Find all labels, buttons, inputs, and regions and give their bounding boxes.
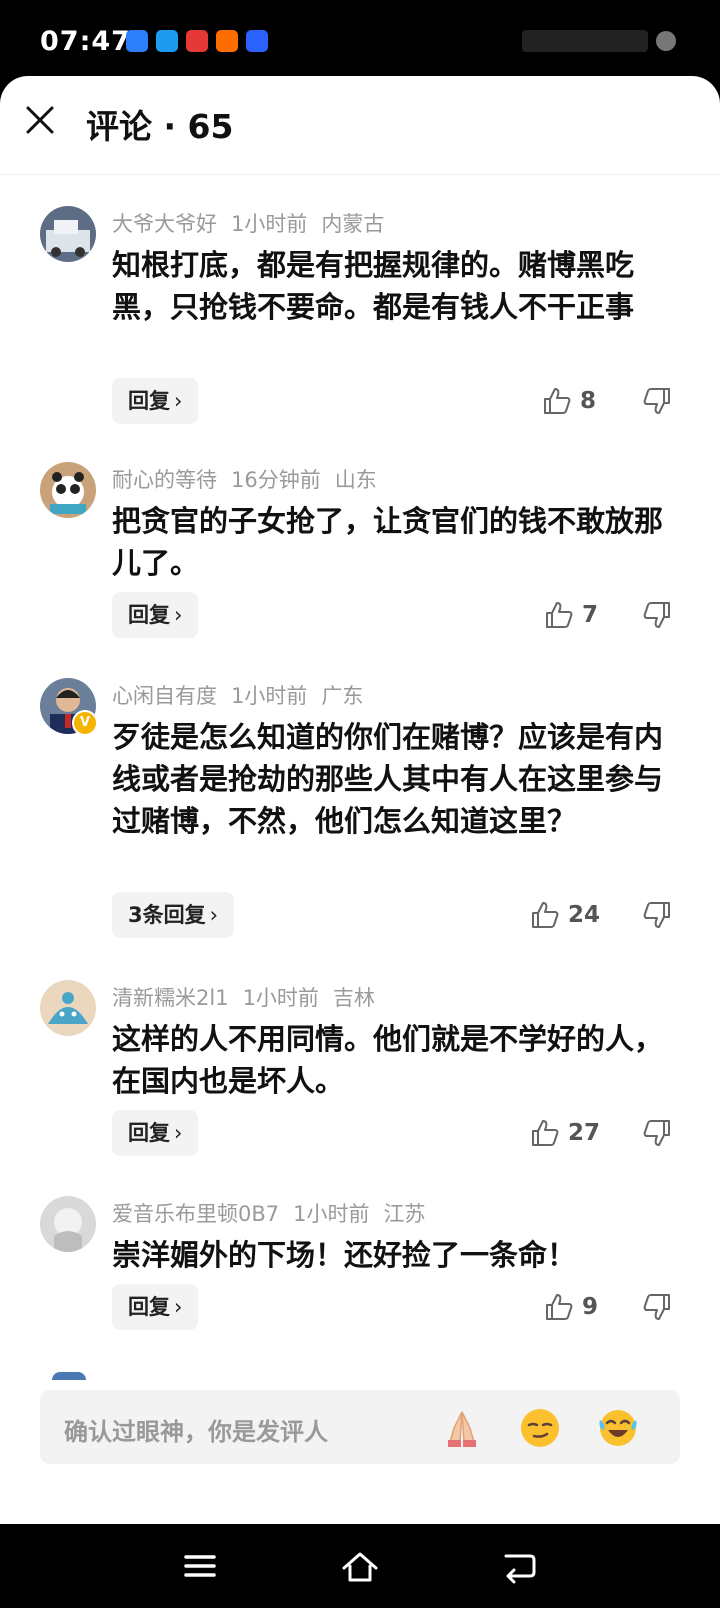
thumbs-up-icon — [546, 1294, 573, 1320]
like-button[interactable]: 8 — [542, 386, 596, 416]
reply-label: 回复 — [128, 1121, 170, 1145]
like-button[interactable]: 9 — [544, 1292, 598, 1322]
app-notification-icon — [186, 30, 208, 52]
reply-label: 3条回复 — [128, 903, 206, 927]
thumbs-up-icon — [532, 902, 559, 928]
thumbs-down-icon[interactable] — [642, 386, 672, 416]
comment-sheet: 评论 · 65 大爷大爷好 1小时前 内蒙古 知根打底，都是有把握规律的。赌博黑吃黑… — [0, 76, 720, 1524]
like-count: 24 — [568, 902, 601, 928]
system-nav-bar — [0, 1524, 720, 1608]
reply-button[interactable]: 回复 › — [112, 1110, 199, 1156]
thumbs-down-icon[interactable] — [642, 1118, 672, 1148]
username[interactable]: 耐心的等待 — [112, 468, 217, 492]
username[interactable]: 大爷大爷好 — [112, 212, 217, 236]
like-count: 27 — [568, 1120, 601, 1146]
verified-badge: V — [72, 710, 98, 736]
username[interactable]: 爱音乐布里顿0B7 — [112, 1202, 279, 1226]
reply-label: 回复 — [128, 603, 170, 627]
thumbs-down-icon[interactable] — [642, 600, 672, 630]
comment-input[interactable]: 确认过眼神，你是发评人 — [40, 1390, 680, 1464]
page-title: 评论 · 65 — [86, 107, 234, 146]
comment-text: 崇洋媚外的下场！还好捡了一条命！ — [112, 1238, 577, 1272]
avatar[interactable] — [40, 206, 96, 262]
chevron-right-icon: › — [174, 1295, 183, 1319]
chevron-right-icon: › — [174, 389, 183, 413]
comment-meta: 清新糯米2l1 1小时前 吉林 — [112, 982, 389, 1012]
status-time: 07:47 — [40, 26, 131, 57]
comment-time: 1小时前 — [231, 212, 308, 236]
comment-meta: 耐心的等待 16分钟前 山东 — [112, 464, 391, 494]
home-icon[interactable] — [340, 1546, 380, 1586]
notification-icons — [126, 30, 268, 52]
comment-header: 评论 · 65 — [0, 76, 720, 175]
signal-icon — [522, 30, 648, 52]
app-notification-icon — [156, 30, 178, 52]
smirk-emoji-icon[interactable] — [518, 1406, 562, 1450]
comment-text: 这样的人不用同情。他们就是不学好的人，在国内也是坏人。 — [112, 1022, 664, 1098]
status-bar: 07:47 — [0, 0, 720, 80]
like-count: 7 — [582, 602, 599, 628]
close-icon[interactable] — [20, 100, 60, 140]
comment-time: 1小时前 — [293, 1202, 370, 1226]
comment-location: 内蒙古 — [321, 212, 385, 236]
thumbs-down-icon[interactable] — [642, 900, 672, 930]
thumbs-up-icon — [544, 388, 571, 414]
like-button[interactable]: 27 — [530, 1118, 600, 1148]
like-count: 8 — [580, 388, 597, 414]
comment-text: 知根打底，都是有把握规律的。赌博黑吃黑，只抢钱不要命。都是有钱人不干正事 — [112, 248, 635, 324]
comment-location: 广东 — [321, 684, 364, 708]
battery-icon — [656, 31, 676, 51]
avatar[interactable] — [52, 1372, 86, 1380]
app-notification-icon — [126, 30, 148, 52]
thumbs-up-icon — [532, 1120, 559, 1146]
laugh-cry-emoji-icon[interactable] — [596, 1406, 640, 1450]
comment-text: 歹徒是怎么知道的你们在赌博？应该是有内线或者是抢劫的那些人其中有人在这里参与过赌… — [112, 720, 664, 838]
reply-button[interactable]: 回复 › — [112, 592, 199, 638]
comment-input-placeholder: 确认过眼神，你是发评人 — [64, 1418, 328, 1446]
avatar[interactable] — [40, 462, 96, 518]
thumbs-up-icon — [546, 602, 573, 628]
reply-label: 回复 — [128, 1295, 170, 1319]
username[interactable]: 清新糯米2l1 — [112, 986, 229, 1010]
like-button[interactable]: 24 — [530, 900, 600, 930]
avatar[interactable] — [40, 980, 96, 1036]
like-count: 9 — [582, 1294, 599, 1320]
chevron-right-icon: › — [174, 1121, 183, 1145]
comment-time: 16分钟前 — [231, 468, 321, 492]
avatar[interactable] — [40, 1196, 96, 1252]
chevron-right-icon: › — [209, 903, 219, 927]
chevron-right-icon: › — [174, 603, 183, 627]
comment-location: 吉林 — [332, 986, 375, 1010]
reply-button[interactable]: 3条回复 › — [112, 892, 235, 938]
comment-meta: 大爷大爷好 1小时前 内蒙古 — [112, 208, 398, 238]
comment-location: 山东 — [334, 468, 377, 492]
comment-time: 1小时前 — [242, 986, 319, 1010]
menu-icon[interactable] — [180, 1546, 220, 1586]
reply-button[interactable]: 回复 › — [112, 1284, 199, 1330]
back-icon[interactable] — [500, 1546, 540, 1586]
comment-time: 1小时前 — [231, 684, 308, 708]
reply-button[interactable]: 回复 › — [112, 378, 199, 424]
system-status-icons — [522, 30, 676, 52]
reply-label: 回复 — [128, 389, 170, 413]
comment-location: 江苏 — [383, 1202, 426, 1226]
app-notification-icon — [216, 30, 238, 52]
comment-meta: 心闲自有度 1小时前 广东 — [112, 680, 377, 710]
thumbs-down-icon[interactable] — [642, 1292, 672, 1322]
like-button[interactable]: 7 — [544, 600, 598, 630]
username[interactable]: 心闲自有度 — [112, 684, 217, 708]
app-notification-icon — [246, 30, 268, 52]
comment-text: 把贪官的子女抢了，让贪官们的钱不敢放那儿了。 — [112, 504, 664, 580]
pray-emoji-icon[interactable] — [440, 1406, 484, 1450]
comment-meta: 爱音乐布里顿0B7 1小时前 江苏 — [112, 1198, 440, 1228]
